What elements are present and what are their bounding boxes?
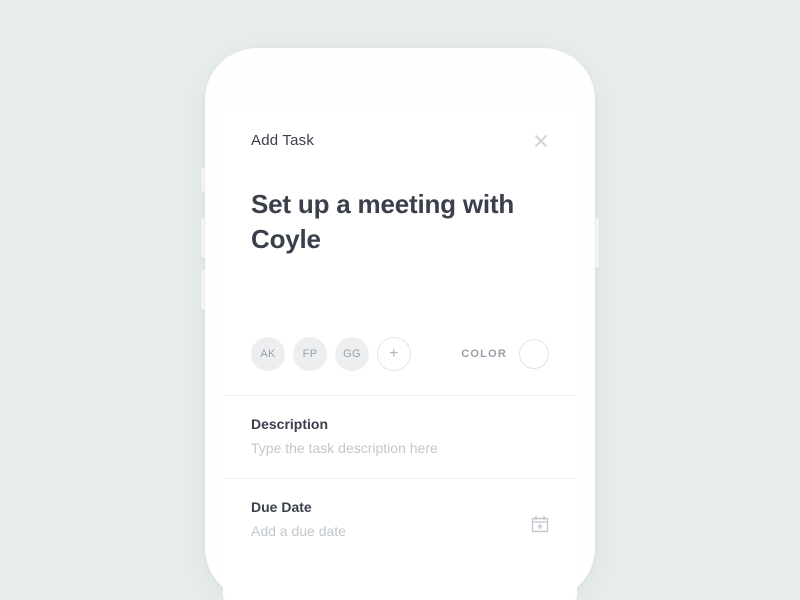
app-screen: Add Task Set up a meeting with Coyle AK …: [223, 108, 577, 600]
description-section[interactable]: Description Type the task description he…: [223, 396, 577, 478]
assignee-avatars: AK FP GG +: [251, 337, 411, 371]
modal-title: Add Task: [251, 132, 314, 149]
color-picker-group: COLOR: [461, 339, 549, 369]
assignee-avatar[interactable]: GG: [335, 337, 369, 371]
close-icon[interactable]: [533, 133, 549, 149]
add-assignee-button[interactable]: +: [377, 337, 411, 371]
due-date-placeholder: Add a due date: [251, 523, 549, 539]
description-placeholder: Type the task description here: [251, 440, 549, 456]
color-swatch-button[interactable]: [519, 339, 549, 369]
assignee-avatar[interactable]: FP: [293, 337, 327, 371]
description-label: Description: [251, 416, 549, 432]
due-date-label: Due Date: [251, 499, 549, 515]
phone-mute-switch: [201, 168, 205, 192]
assignee-avatar[interactable]: AK: [251, 337, 285, 371]
task-title-input[interactable]: Set up a meeting with Coyle: [223, 149, 577, 257]
phone-frame: Add Task Set up a meeting with Coyle AK …: [205, 48, 595, 600]
modal-header: Add Task: [223, 108, 577, 149]
due-date-section[interactable]: Due Date Add a due date: [223, 479, 577, 561]
color-label: COLOR: [461, 348, 507, 360]
phone-power-button: [595, 218, 599, 268]
phone-volume-up: [201, 218, 205, 258]
calendar-icon[interactable]: [531, 515, 549, 533]
assignees-color-row: AK FP GG + COLOR: [223, 257, 577, 395]
phone-volume-down: [201, 270, 205, 310]
